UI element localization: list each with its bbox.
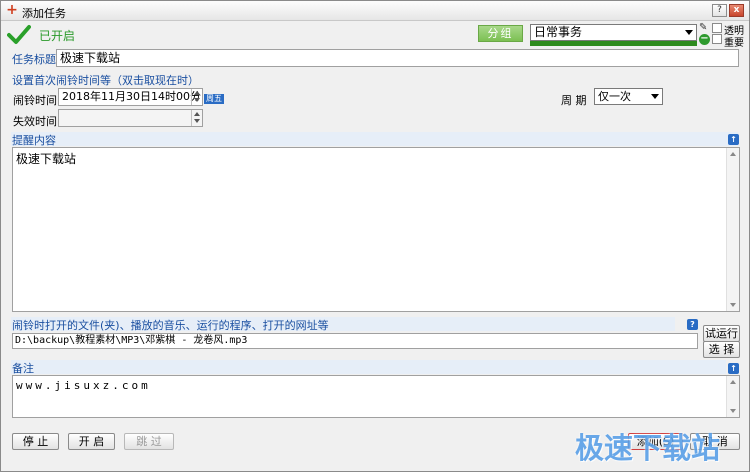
memo-textarea[interactable]: www.jisuxz.com	[12, 375, 740, 418]
cycle-select[interactable]: 仅一次	[594, 88, 663, 105]
cycle-value: 仅一次	[598, 90, 631, 103]
reminder-content-text: 极速下载站	[16, 152, 77, 166]
stop-button[interactable]: 停 止	[12, 433, 59, 450]
alarm-time-spinner[interactable]	[191, 89, 202, 105]
chevron-down-icon	[651, 94, 659, 99]
start-button[interactable]: 开 启	[68, 433, 115, 450]
alarm-time-input[interactable]: 2018年11月30日14时00分	[58, 88, 203, 106]
watermark-logo: 极速下载站	[575, 431, 721, 465]
expire-time-spinner[interactable]	[191, 110, 202, 126]
expire-time-label: 失效时间	[13, 115, 57, 128]
pen-icon[interactable]: ✎	[699, 23, 709, 33]
reminder-scrollbar[interactable]	[726, 148, 739, 311]
alarm-time-value: 2018年11月30日14时00分	[62, 90, 201, 103]
window-title: 添加任务	[22, 7, 66, 20]
group-button[interactable]: 分组	[478, 25, 523, 42]
expand-icon[interactable]: ↑	[728, 134, 739, 145]
add-task-window: + 添加任务 ? x 已开启 分组 日常事务 ✎ − 透明 重要 任务标题 极速…	[0, 0, 750, 472]
close-button[interactable]: x	[729, 4, 744, 17]
reminder-section-label: 提醒内容	[12, 134, 56, 147]
open-file-path-input[interactable]: D:\backup\教程素材\MP3\邓紫棋 - 龙卷风.mp3	[12, 333, 698, 349]
reminder-section-header: 提醒内容	[11, 132, 738, 147]
checkmark-icon[interactable]	[7, 24, 31, 46]
important-checkbox[interactable]	[712, 34, 722, 44]
expire-time-input[interactable]	[58, 109, 203, 127]
memo-section-header: 备注	[11, 360, 726, 375]
choose-button[interactable]: 选 择	[703, 341, 740, 358]
chevron-down-icon	[685, 30, 693, 35]
weekday-badge: 周五	[204, 94, 224, 104]
memo-text: www.jisuxz.com	[16, 379, 151, 392]
transparent-checkbox[interactable]	[712, 23, 722, 33]
open-file-section-label: 闹铃时打开的文件(夹)、播放的音乐、运行的程序、打开的网址等	[12, 319, 329, 332]
task-title-input[interactable]: 极速下载站	[56, 49, 739, 67]
help-icon[interactable]: ?	[687, 319, 698, 330]
category-value: 日常事务	[534, 25, 583, 39]
title-bar: + 添加任务 ? x	[1, 1, 749, 21]
test-run-button[interactable]: 试运行	[703, 325, 740, 342]
category-select[interactable]: 日常事务	[530, 24, 697, 41]
important-label: 重要	[724, 38, 744, 49]
memo-scrollbar[interactable]	[726, 376, 739, 417]
memo-section-label: 备注	[12, 362, 34, 375]
alarm-time-label: 闹铃时间	[13, 94, 57, 107]
reminder-content-textarea[interactable]: 极速下载站	[12, 147, 740, 312]
cycle-label: 周 期	[561, 94, 587, 107]
first-time-section-label: 设置首次闹铃时间等（双击取现在时）	[12, 74, 199, 87]
minus-icon[interactable]: −	[699, 34, 710, 45]
open-file-section-header: 闹铃时打开的文件(夹)、播放的音乐、运行的程序、打开的网址等	[11, 317, 675, 332]
help-button[interactable]: ?	[712, 4, 727, 17]
skip-button[interactable]: 跳 过	[124, 433, 174, 450]
plus-icon: +	[6, 2, 18, 18]
status-text: 已开启	[39, 29, 76, 43]
category-color-bar	[530, 41, 697, 46]
task-title-label: 任务标题	[12, 53, 56, 66]
expand-icon[interactable]: ↑	[728, 363, 739, 374]
